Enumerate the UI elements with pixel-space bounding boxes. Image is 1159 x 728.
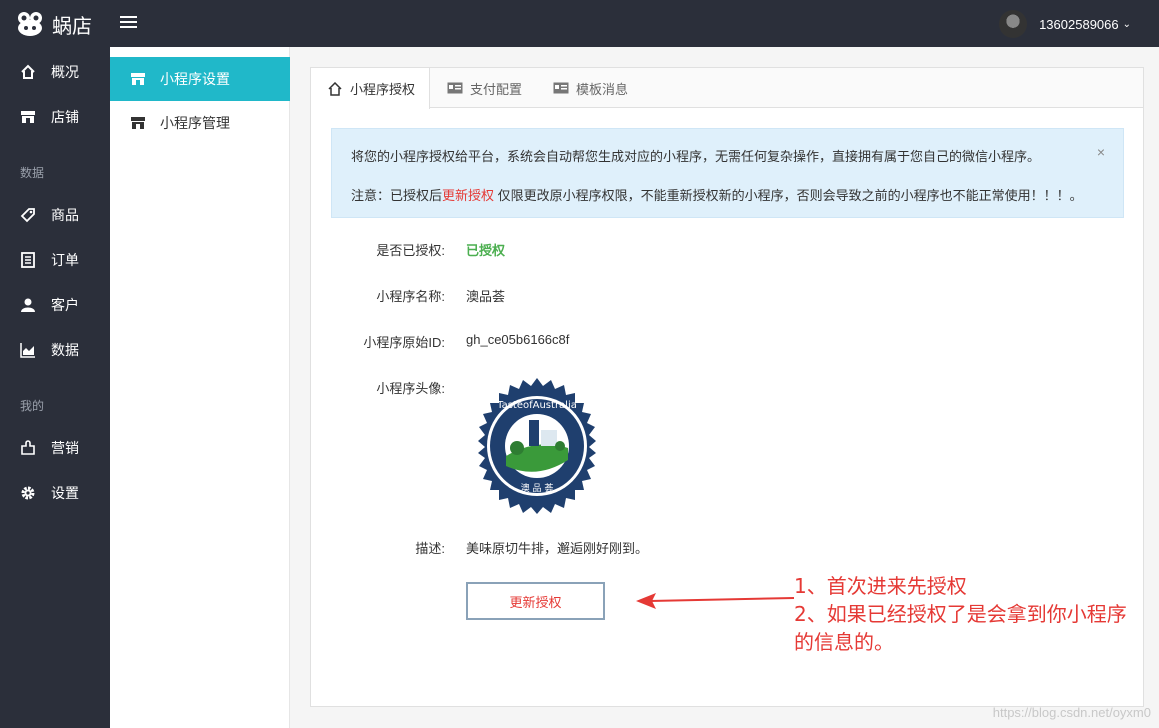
sidebar-section-mine: 我的: [20, 399, 45, 413]
card-icon: [447, 81, 463, 95]
subnav-item-miniprogram-manage[interactable]: 小程序管理: [110, 101, 290, 145]
tag-icon: [20, 207, 36, 223]
user-icon: [20, 297, 36, 313]
puzzle-icon: [20, 440, 36, 456]
tab-label: 支付配置: [470, 81, 523, 97]
home-icon: [327, 81, 343, 96]
authorized-label: 是否已授权:: [376, 243, 445, 258]
sidebar-item-orders[interactable]: 订单: [0, 240, 110, 280]
subnav-item-label: 小程序设置: [160, 71, 230, 87]
sidebar-item-settings[interactable]: 设置: [0, 473, 110, 513]
subnav: 小程序设置 小程序管理: [110, 47, 290, 728]
sidebar-item-overview[interactable]: 概况: [0, 52, 110, 92]
subnav-item-label: 小程序管理: [160, 115, 230, 131]
tab-label: 模板消息: [576, 81, 629, 97]
avatar-label: 小程序头像:: [376, 381, 445, 396]
desc-value: 美味原切牛排，邂逅刚好刚到。: [466, 541, 649, 556]
sidebar-section-data: 数据: [20, 166, 45, 180]
annotation-arrow: [636, 593, 795, 609]
name-label: 小程序名称:: [376, 289, 445, 304]
name-value: 澳品荟: [466, 289, 506, 304]
home-icon: [20, 64, 36, 80]
store-icon: [20, 109, 36, 125]
watermark: https://blog.csdn.net/oyxm0: [992, 705, 1151, 720]
sidebar-item-label: 客户: [51, 297, 79, 313]
tab-bar: 小程序授权 支付配置 模板消息: [311, 68, 1143, 109]
sidebar-item-label: 概况: [51, 64, 79, 80]
menu-toggle-icon[interactable]: [120, 16, 137, 30]
info-alert: 将您的小程序授权给平台，系统会自动帮您生成对应的小程序，无需任何复杂操作，直接拥…: [331, 128, 1124, 218]
tab-payment-config[interactable]: 支付配置: [447, 68, 522, 108]
sidebar-item-label: 数据: [51, 342, 79, 358]
sidebar-item-label: 店铺: [51, 109, 79, 125]
alert-text: 将您的小程序授权给平台，系统会自动帮您生成对应的小程序，无需任何复杂操作，直接拥…: [351, 149, 1041, 164]
store-icon: [130, 116, 146, 130]
sidebar-item-label: 订单: [51, 252, 79, 268]
sidebar-item-stats[interactable]: 数据: [0, 330, 110, 370]
avatar: [999, 10, 1028, 38]
alert-warning-suffix: 仅限更改原小程序权限，不能重新授权新的小程序，否则会导致之前的小程序也不能正常使…: [494, 188, 1083, 203]
sidebar-item-store[interactable]: 店铺: [0, 97, 110, 137]
annotation-line-1: 1、首次进来先授权: [794, 574, 967, 598]
tab-authorization[interactable]: 小程序授权: [311, 68, 430, 109]
alert-warning-highlight: 更新授权: [442, 188, 495, 203]
brand-name: 蜗店: [52, 15, 92, 38]
sidebar-item-label: 商品: [51, 207, 79, 223]
gear-icon: [20, 485, 36, 501]
store-icon: [130, 72, 146, 86]
chevron-down-icon: ⌄: [1122, 18, 1131, 30]
close-icon[interactable]: ×: [1097, 144, 1105, 160]
tab-template-message[interactable]: 模板消息: [553, 68, 628, 108]
sidebar: 概况 店铺 数据 商品 订单 客户 数据 我的 营销 设置: [0, 47, 110, 728]
username: 13602589066: [1039, 16, 1119, 32]
card-icon: [553, 81, 569, 95]
id-value: gh_ce05b6166c8f: [466, 332, 570, 347]
subnav-item-miniprogram-settings[interactable]: 小程序设置: [110, 57, 290, 101]
top-bar: 蜗店 13602589066 ⌄: [0, 0, 1159, 47]
authorized-value: 已授权: [466, 243, 506, 258]
sidebar-item-label: 设置: [51, 485, 79, 501]
sidebar-item-label: 营销: [51, 440, 79, 456]
miniprogram-avatar-seal: TasteofAustralia 澳 品 荟: [478, 378, 596, 514]
order-icon: [20, 252, 36, 268]
alert-warning-prefix: 注意：已授权后: [351, 188, 443, 203]
id-label: 小程序原始ID:: [363, 335, 445, 350]
logo-icon: [18, 12, 42, 36]
chart-icon: [20, 342, 36, 358]
sidebar-item-customers[interactable]: 客户: [0, 285, 110, 325]
brand[interactable]: 蜗店: [16, 10, 92, 38]
sidebar-item-marketing[interactable]: 营销: [0, 428, 110, 468]
annotation-line-3: 的信息的。: [794, 630, 894, 654]
seal-ring-text: TasteofAustralia: [496, 400, 577, 411]
desc-label: 描述:: [415, 541, 445, 556]
annotation-line-2: 2、如果已经授权了是会拿到你小程序: [794, 602, 1127, 626]
tab-label: 小程序授权: [350, 82, 416, 97]
renew-authorization-button[interactable]: 更新授权: [466, 582, 605, 620]
sidebar-item-products[interactable]: 商品: [0, 195, 110, 235]
user-menu[interactable]: 13602589066 ⌄: [999, 10, 1131, 38]
seal-bottom-text: 澳 品 荟: [521, 482, 554, 494]
alert-warning: 注意：已授权后更新授权 仅限更改原小程序权限，不能重新授权新的小程序，否则会导致…: [351, 185, 1083, 204]
